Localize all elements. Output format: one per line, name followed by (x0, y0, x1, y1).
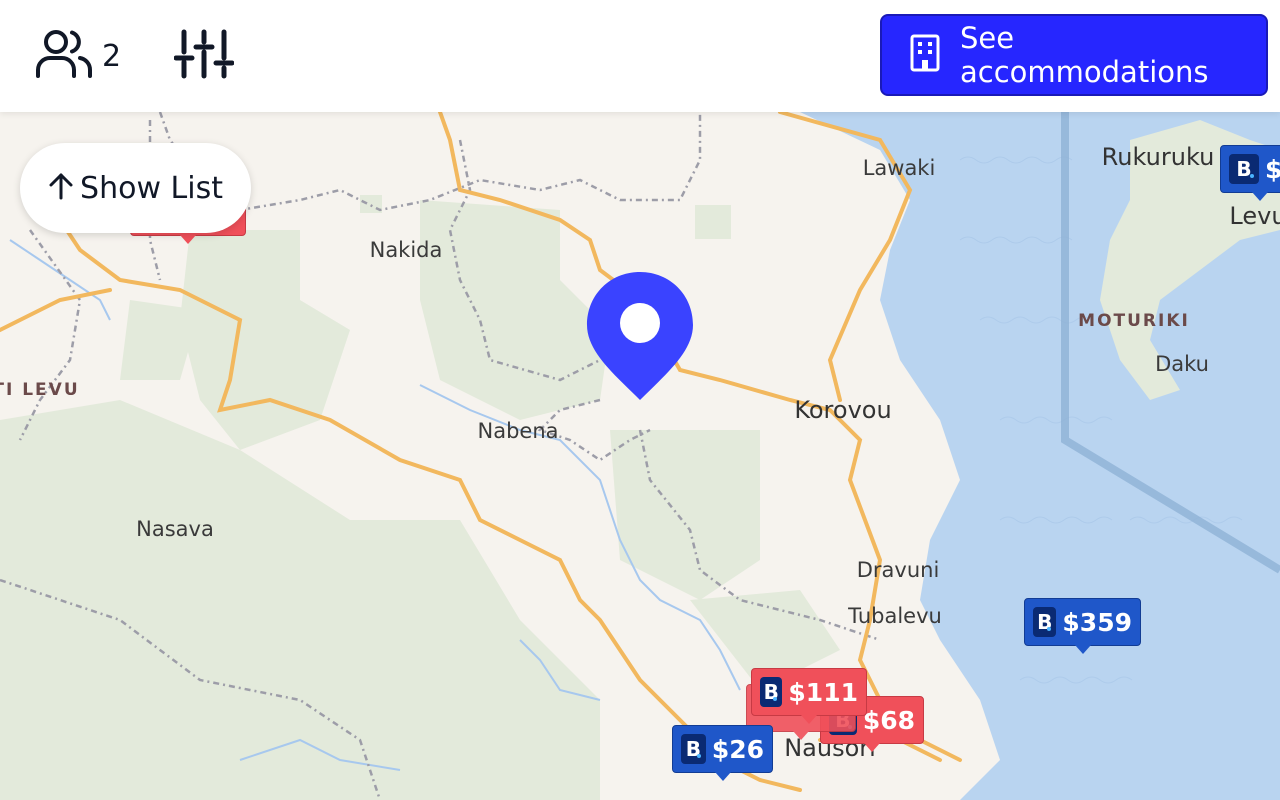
users-icon (34, 28, 94, 85)
place-label-tubalevu: Tubalevu (848, 604, 942, 628)
place-label-dravuni: Dravuni (856, 558, 940, 582)
booking-b-icon: B (760, 677, 783, 707)
place-label-rukuruku: Rukuruku (1101, 143, 1215, 171)
marker-price: $26 (711, 734, 764, 764)
place-label-daku: Daku (1155, 352, 1209, 376)
place-label-nasava: Nasava (136, 517, 214, 541)
booking-b-icon: B (1033, 607, 1057, 637)
marker-pointer (180, 235, 196, 244)
see-accommodations-label: See accommodations (960, 21, 1209, 89)
guests-selector[interactable]: 2 (34, 28, 121, 84)
map-price-marker[interactable]: B $26 (672, 725, 773, 781)
booking-b-icon: B (681, 734, 706, 764)
place-label-levu: Levu (1229, 202, 1280, 230)
marker-price: $359 (1062, 607, 1132, 637)
place-label-viti-levu: TI LEVU (0, 380, 80, 400)
see-accommodations-button[interactable]: See accommodations (880, 14, 1268, 96)
map-price-marker[interactable]: B $ (1220, 145, 1280, 201)
guest-count: 2 (102, 38, 122, 74)
sliders-icon (173, 28, 235, 85)
place-label-korovou: Korovou (794, 396, 892, 424)
map-price-marker[interactable]: B $111 (751, 668, 867, 724)
top-bar: 2 See accommodations (0, 0, 1280, 112)
place-label-moturiki: MOTURIKI (1078, 311, 1190, 331)
marker-pointer (864, 743, 880, 752)
filters-button[interactable] (172, 28, 236, 84)
arrow-up-icon (48, 171, 74, 206)
booking-b-icon: B (1229, 154, 1259, 184)
place-label-nabena: Nabena (477, 419, 559, 443)
place-label-nakida: Nakida (369, 238, 443, 262)
show-list-label: Show List (80, 170, 223, 206)
show-list-button[interactable]: Show List (20, 143, 251, 233)
marker-price: $111 (788, 677, 858, 707)
building-icon (908, 34, 942, 77)
marker-price: $68 (862, 705, 915, 735)
location-pin-icon[interactable] (585, 270, 695, 402)
marker-price: $ (1265, 154, 1280, 184)
marker-pointer (1074, 645, 1091, 654)
marker-pointer (801, 715, 817, 724)
marker-pointer (793, 731, 809, 740)
map-price-marker[interactable]: B $359 (1024, 598, 1141, 654)
marker-pointer (1252, 192, 1268, 201)
marker-pointer (714, 772, 731, 781)
place-label-lawaki: Lawaki (862, 156, 936, 180)
